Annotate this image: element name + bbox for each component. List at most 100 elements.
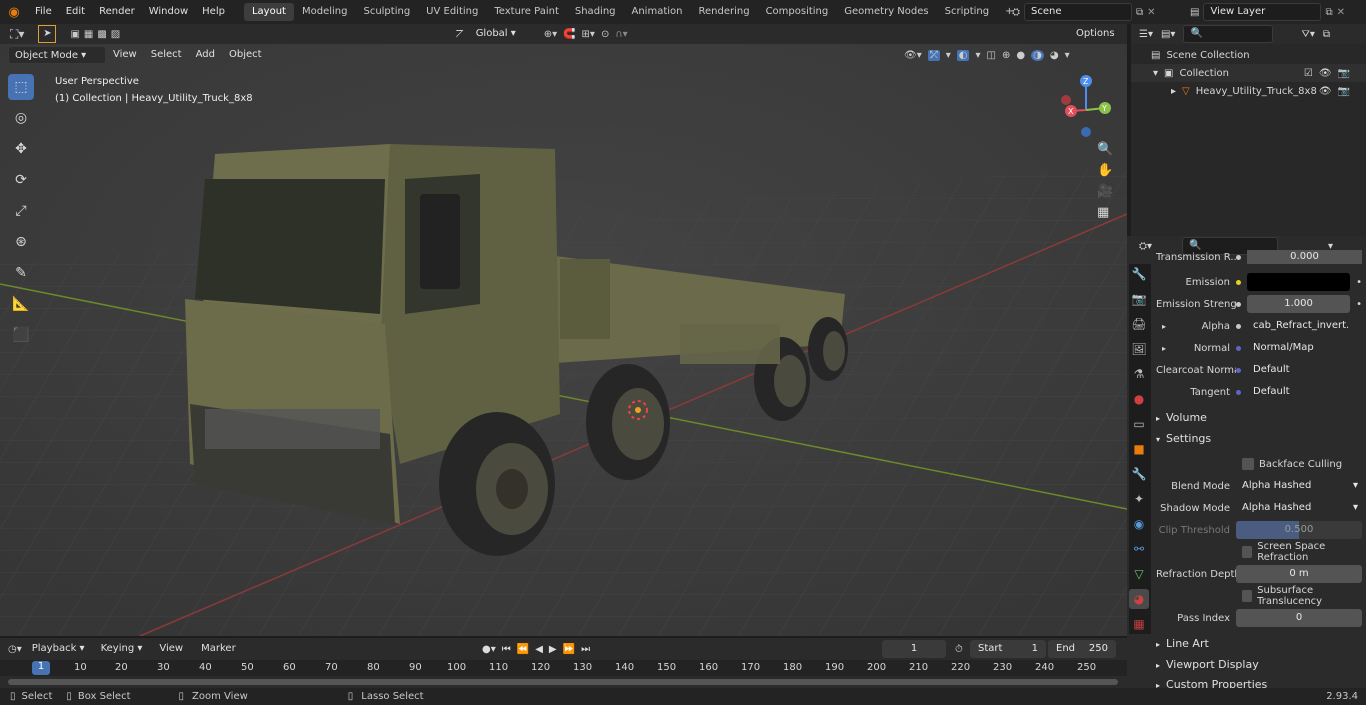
keying-dropdown[interactable]: Keying ▾ — [94, 640, 149, 658]
tab-sculpting[interactable]: Sculpting — [355, 3, 418, 21]
menu-help[interactable]: Help — [195, 0, 232, 24]
next-keyframe-icon[interactable]: ⏩ — [563, 644, 575, 655]
play-icon[interactable]: ▶ — [549, 644, 557, 655]
menu-file[interactable]: File — [28, 0, 59, 24]
panel-viewport-display[interactable]: ▸ Viewport Display — [1156, 655, 1362, 675]
overlay-toggle-icon[interactable]: ◐ — [956, 49, 970, 61]
timeline-view-menu[interactable]: View — [152, 637, 190, 661]
jump-start-icon[interactable]: ⏮ — [502, 644, 511, 655]
timeline-marker-menu[interactable]: Marker — [194, 637, 243, 661]
menu-view[interactable]: View — [106, 43, 144, 67]
panel-settings[interactable]: ▾ Settings — [1156, 429, 1362, 449]
new-scene-icon[interactable]: ⧉ — [1136, 7, 1143, 18]
frame-ruler[interactable]: 1 10 20 30 40 50 60 70 80 90 100 110 120… — [0, 660, 1127, 676]
editor-type-icon[interactable]: ⛶▾ — [10, 27, 24, 42]
rotate-tool-icon[interactable]: ⟳ — [8, 167, 34, 193]
emission-strength-field[interactable]: 1.000 — [1247, 295, 1351, 313]
current-frame-field[interactable]: 1 — [882, 640, 946, 658]
rendered-shading-icon[interactable]: ◕ — [1050, 50, 1059, 61]
socket-icon[interactable] — [1236, 389, 1241, 395]
material-shading-icon[interactable]: ◑ — [1031, 49, 1044, 61]
prev-keyframe-icon[interactable]: ⏪ — [517, 644, 529, 655]
blend-mode-dropdown[interactable]: Alpha Hashed ▾ — [1236, 477, 1362, 495]
scale-tool-icon[interactable]: ⤢ — [8, 198, 34, 224]
timeline-editor-icon[interactable]: ◷▾ — [8, 644, 22, 655]
scene-name-field[interactable]: Scene — [1024, 3, 1132, 21]
outliner-row-collection[interactable]: ▾ ▣ Collection ☑👁📷 — [1131, 64, 1366, 82]
close-scene-icon[interactable]: ✕ — [1147, 7, 1155, 18]
socket-icon[interactable] — [1236, 345, 1242, 351]
gizmo-toggle-icon[interactable]: ⤱ — [927, 49, 940, 61]
zoom-icon[interactable]: 🔍 — [1097, 142, 1113, 157]
socket-icon[interactable] — [1236, 279, 1241, 285]
playback-dropdown[interactable]: Playback ▾ — [25, 640, 91, 658]
view-layer-icon[interactable]: ▤ — [1190, 7, 1199, 18]
outliner-search-input[interactable]: 🔍 — [1183, 25, 1274, 43]
clearcoat-normal-field[interactable]: Default — [1247, 361, 1348, 379]
menu-window[interactable]: Window — [142, 0, 195, 24]
tangent-field[interactable]: Default — [1247, 383, 1348, 401]
mode-dropdown[interactable]: Object Mode ▾ — [8, 46, 106, 64]
play-reverse-icon[interactable]: ◀ — [535, 644, 543, 655]
menu-render[interactable]: Render — [92, 0, 142, 24]
options-dropdown[interactable]: Options ▾ — [1070, 25, 1124, 57]
expand-icon[interactable]: ▸ — [1171, 86, 1176, 97]
grid-view-icon[interactable]: ▦ — [1097, 205, 1113, 220]
end-frame-field[interactable]: End 250 — [1048, 640, 1116, 658]
tab-scripting[interactable]: Scripting — [937, 3, 997, 21]
snap-icon[interactable]: 🧲 — [563, 29, 575, 40]
collection-tab-icon[interactable]: ▭ — [1129, 414, 1149, 434]
select-tool-icon[interactable]: ➤ — [38, 25, 57, 43]
tab-shading[interactable]: Shading — [567, 3, 624, 21]
3d-viewport[interactable]: Z Y X User Perspective (1) Collection | … — [0, 44, 1127, 636]
subsurface-checkbox[interactable] — [1242, 590, 1253, 602]
display-mode-icon[interactable]: ▤▾ — [1161, 29, 1175, 40]
menu-select[interactable]: Select — [144, 43, 189, 67]
texture-tab-icon[interactable]: ▦ — [1129, 614, 1149, 634]
backface-checkbox[interactable] — [1242, 458, 1254, 470]
collection-visibility-icons[interactable]: ☑👁📷 — [1304, 68, 1356, 79]
expand-icon[interactable]: ▾ — [1153, 68, 1158, 79]
outliner-row-scene-collection[interactable]: ▤ Scene Collection — [1131, 46, 1366, 64]
panel-line-art[interactable]: ▸ Line Art — [1156, 634, 1362, 654]
falloff-icon[interactable]: ∩▾ — [615, 29, 627, 40]
pivot-icon[interactable]: ⊕▾ — [544, 29, 557, 40]
select-box-tool-icon[interactable]: ⬚ — [8, 74, 34, 100]
material-tab-icon[interactable]: ◕ — [1129, 589, 1149, 609]
new-collection-icon[interactable]: ⧉ — [1323, 29, 1330, 40]
properties-editor-icon[interactable]: ⛭▾ — [1139, 241, 1152, 252]
blender-logo-icon[interactable]: ◉ — [0, 5, 28, 20]
scene-icon[interactable]: ⛭ — [1012, 7, 1020, 18]
shading-options-icon[interactable]: ▾ — [1065, 50, 1070, 61]
menu-object[interactable]: Object — [222, 43, 269, 67]
menu-add[interactable]: Add — [189, 43, 222, 67]
ssr-checkbox[interactable] — [1242, 546, 1253, 558]
tab-animation[interactable]: Animation — [624, 3, 691, 21]
render-tab-icon[interactable]: 📷 — [1129, 289, 1149, 309]
constraints-tab-icon[interactable]: ⚯ — [1129, 539, 1149, 559]
annotate-tool-icon[interactable]: ✎ — [8, 260, 34, 286]
output-tab-icon[interactable]: 🖨 — [1129, 314, 1149, 334]
pass-index-field[interactable]: 0 — [1236, 609, 1362, 627]
keyframe-dot-icon[interactable]: • — [1356, 277, 1362, 288]
tab-compositing[interactable]: Compositing — [758, 3, 837, 21]
cursor-tool-icon[interactable]: ◎ — [8, 105, 34, 131]
orientation-dropdown[interactable]: Global ▾ — [469, 25, 538, 43]
socket-icon[interactable] — [1236, 254, 1241, 260]
start-frame-field[interactable]: Start 1 — [970, 640, 1046, 658]
measure-tool-icon[interactable]: 📐 — [8, 291, 34, 317]
outliner-editor-icon[interactable]: ☰▾ — [1139, 29, 1153, 40]
normal-input-field[interactable]: Normal/Map — [1247, 339, 1348, 357]
tab-texture-paint[interactable]: Texture Paint — [486, 3, 567, 21]
snap-target-icon[interactable]: ⊞▾ — [582, 29, 595, 40]
alpha-input-field[interactable]: cab_Refract_invert.p... — [1247, 317, 1348, 335]
timer-icon[interactable]: ⏱ — [955, 644, 963, 655]
select-mode-icons[interactable]: ▣▦▩▨ — [70, 29, 124, 40]
view-layer-tab-icon[interactable]: 🖼 — [1129, 339, 1149, 359]
move-tool-icon[interactable]: ✥ — [8, 136, 34, 162]
particles-tab-icon[interactable]: ✦ — [1129, 489, 1149, 509]
panel-volume[interactable]: ▸ Volume — [1156, 408, 1362, 428]
keyframe-dot-icon[interactable]: • — [1356, 299, 1362, 310]
modifier-tab-icon[interactable]: 🔧 — [1129, 464, 1149, 484]
xray-icon[interactable]: ◫ — [987, 50, 996, 61]
